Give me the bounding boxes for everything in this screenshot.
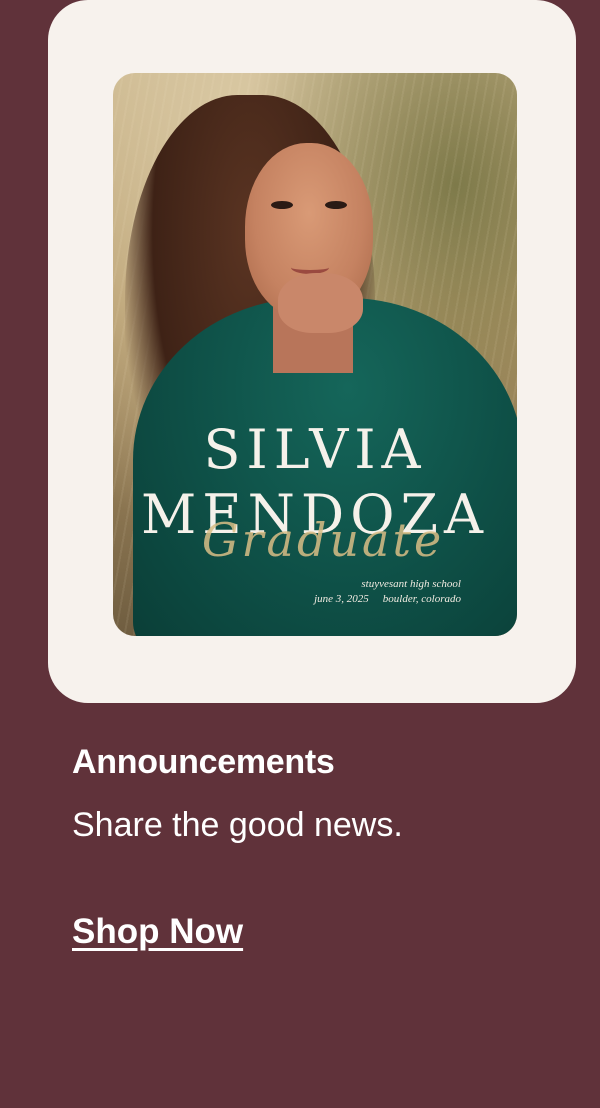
card-script-word: Graduate (201, 513, 445, 567)
promo-subtitle: Share the good news. (72, 806, 403, 844)
card-location: boulder, colorado (382, 593, 461, 605)
promo-title: Announcements (72, 743, 335, 781)
photo-hand (278, 273, 363, 333)
card-date-location: june 3, 2025 boulder, colorado (300, 593, 461, 605)
card-date: june 3, 2025 (314, 593, 369, 605)
card-school: stuyvesant high school (361, 578, 461, 590)
card-name-first: SILVIA (203, 418, 427, 481)
photo-eye-left (271, 201, 293, 209)
photo-eye-right (325, 201, 347, 209)
graduation-announcement-image[interactable]: SILVIA MENDOZA Graduate stuyvesant high … (113, 73, 517, 636)
shop-now-link[interactable]: Shop Now (72, 912, 243, 952)
